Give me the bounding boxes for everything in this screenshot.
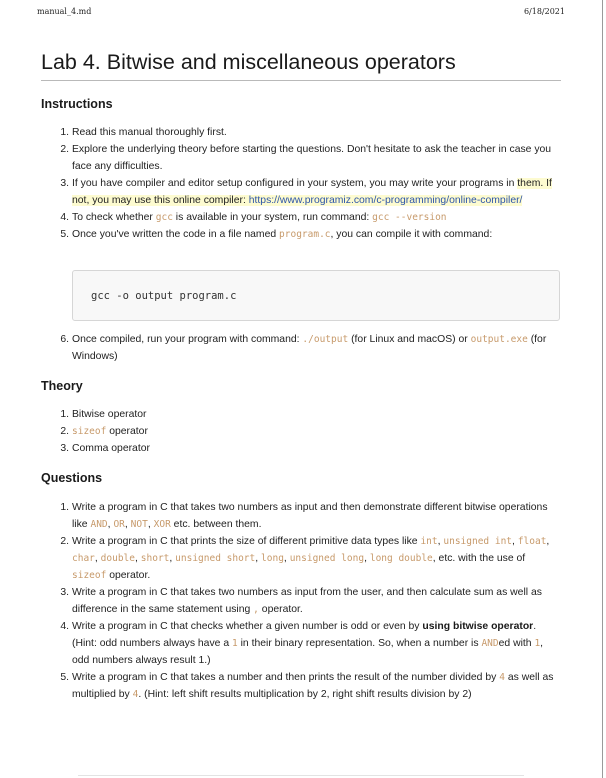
inline-code: AND	[90, 519, 108, 530]
list-number: 3.	[60, 178, 69, 189]
inline-code: AND	[481, 638, 499, 649]
theory-item-1: 1. Bitwise operator	[60, 406, 562, 423]
instruction-text: Read this manual thoroughly first.	[72, 127, 227, 138]
title-divider	[41, 80, 561, 81]
question-item-5: 5. Write a program in C that takes a numb…	[60, 669, 562, 703]
online-compiler-link[interactable]: https://www.programiz.com/c-programming/…	[248, 195, 523, 206]
list-number: 5.	[60, 229, 69, 240]
question-text: operator.	[258, 604, 303, 615]
instruction-text: Explore the underlying theory before sta…	[72, 144, 552, 172]
inline-code: OR	[113, 519, 125, 530]
instructions-list: 1. Read this manual thoroughly first. 2. E…	[60, 124, 562, 243]
question-item-4: 4. Write a program in C that checks wheth…	[60, 618, 562, 669]
list-number: 2.	[60, 426, 69, 437]
instruction-text: Once compiled, run your program with com…	[72, 334, 303, 345]
header-date: 6/18/2021	[523, 7, 565, 16]
bold-text: using bitwise operator	[422, 621, 534, 632]
instruction-item-6: 6. Once compiled, run your program with c…	[60, 331, 562, 365]
instruction-text: To check whether	[72, 212, 156, 223]
inline-code: program.c	[279, 229, 331, 240]
inline-code: sizeof	[72, 570, 107, 581]
instruction-item-3: 3. If you have compiler and editor setup …	[60, 175, 562, 209]
page-title: Lab 4. Bitwise and miscellaneous operato…	[41, 50, 456, 74]
question-text: ed with	[498, 638, 535, 649]
questions-heading: Questions	[41, 471, 103, 485]
list-number: 1.	[60, 409, 69, 420]
inline-code: short	[140, 553, 170, 564]
inline-code: float	[517, 536, 547, 547]
footer-divider	[78, 775, 524, 776]
theory-text: operator	[106, 426, 148, 437]
instruction-item-1: 1. Read this manual thoroughly first.	[60, 124, 562, 141]
inline-code: unsigned long	[289, 553, 365, 564]
question-item-3: 3. Write a program in C that takes two nu…	[60, 584, 562, 618]
instruction-text: is available in your system, run command…	[172, 212, 373, 223]
question-text: in their binary representation. So, when…	[237, 638, 482, 649]
list-number: 2.	[60, 536, 69, 547]
inline-code: ./output	[302, 334, 349, 345]
instruction-text: , you can compile it with command:	[330, 229, 493, 240]
inline-code: output.exe	[470, 334, 528, 345]
code-block-text: gcc -o output program.c	[91, 290, 237, 302]
question-text: Write a program in C that takes a number…	[72, 672, 500, 683]
code-block: gcc -o output program.c	[72, 270, 560, 321]
list-number: 6.	[60, 334, 69, 345]
inline-code: unsigned int	[443, 536, 513, 547]
list-number: 3.	[60, 443, 69, 454]
instruction-item-5: 5. Once you've written the code in a file…	[60, 226, 562, 243]
inline-code: double	[100, 553, 135, 564]
inline-code: char	[72, 553, 95, 564]
question-text: Write a program in C that takes two numb…	[72, 587, 542, 615]
inline-code: long	[261, 553, 284, 564]
question-item-2: 2. Write a program in C that prints the s…	[60, 533, 562, 584]
list-number: 1.	[60, 127, 69, 138]
inline-code: unsigned short	[175, 553, 256, 564]
inline-code: long double	[369, 553, 433, 564]
list-number: 3.	[60, 587, 69, 598]
theory-text: Comma operator	[72, 443, 150, 454]
list-number: 4.	[60, 621, 69, 632]
page-edge-divider	[602, 0, 603, 778]
list-number: 1.	[60, 502, 69, 513]
question-text: etc. between them.	[170, 519, 262, 530]
theory-text: Bitwise operator	[72, 409, 147, 420]
inline-code: gcc	[155, 212, 173, 223]
inline-code: gcc --version	[372, 212, 447, 223]
list-number: 2.	[60, 144, 69, 155]
inline-code: sizeof	[72, 426, 107, 437]
instruction-text: If you have compiler and editor setup co…	[72, 178, 518, 189]
inline-code: NOT	[130, 519, 148, 530]
inline-code: int	[420, 536, 438, 547]
inline-code: XOR	[153, 519, 171, 530]
theory-item-3: 3. Comma operator	[60, 440, 562, 457]
question-text: . (Hint: left shift results multiplicati…	[138, 689, 472, 700]
list-number: 5.	[60, 672, 69, 683]
list-number: 4.	[60, 212, 69, 223]
instructions-list-continued: 6. Once compiled, run your program with c…	[60, 331, 562, 365]
instruction-text: Once you've written the code in a file n…	[72, 229, 280, 240]
theory-heading: Theory	[41, 379, 83, 393]
theory-item-2: 2. sizeof operator	[60, 423, 562, 440]
instruction-item-4: 4. To check whether gcc is available in y…	[60, 209, 562, 226]
instructions-heading: Instructions	[41, 97, 113, 111]
question-text: Write a program in C that checks whether…	[72, 621, 423, 632]
questions-list: 1. Write a program in C that takes two nu…	[60, 499, 562, 703]
header-filename: manual_4.md	[37, 7, 92, 16]
instruction-text: (for Linux and macOS) or	[348, 334, 471, 345]
question-item-1: 1. Write a program in C that takes two nu…	[60, 499, 562, 533]
theory-list: 1. Bitwise operator 2. sizeof operator 3. C…	[60, 406, 562, 457]
question-text: Write a program in C that prints the siz…	[72, 536, 421, 547]
question-text: , etc. with the use of	[432, 553, 526, 564]
instruction-item-2: 2. Explore the underlying theory before s…	[60, 141, 562, 175]
question-text: operator.	[106, 570, 151, 581]
